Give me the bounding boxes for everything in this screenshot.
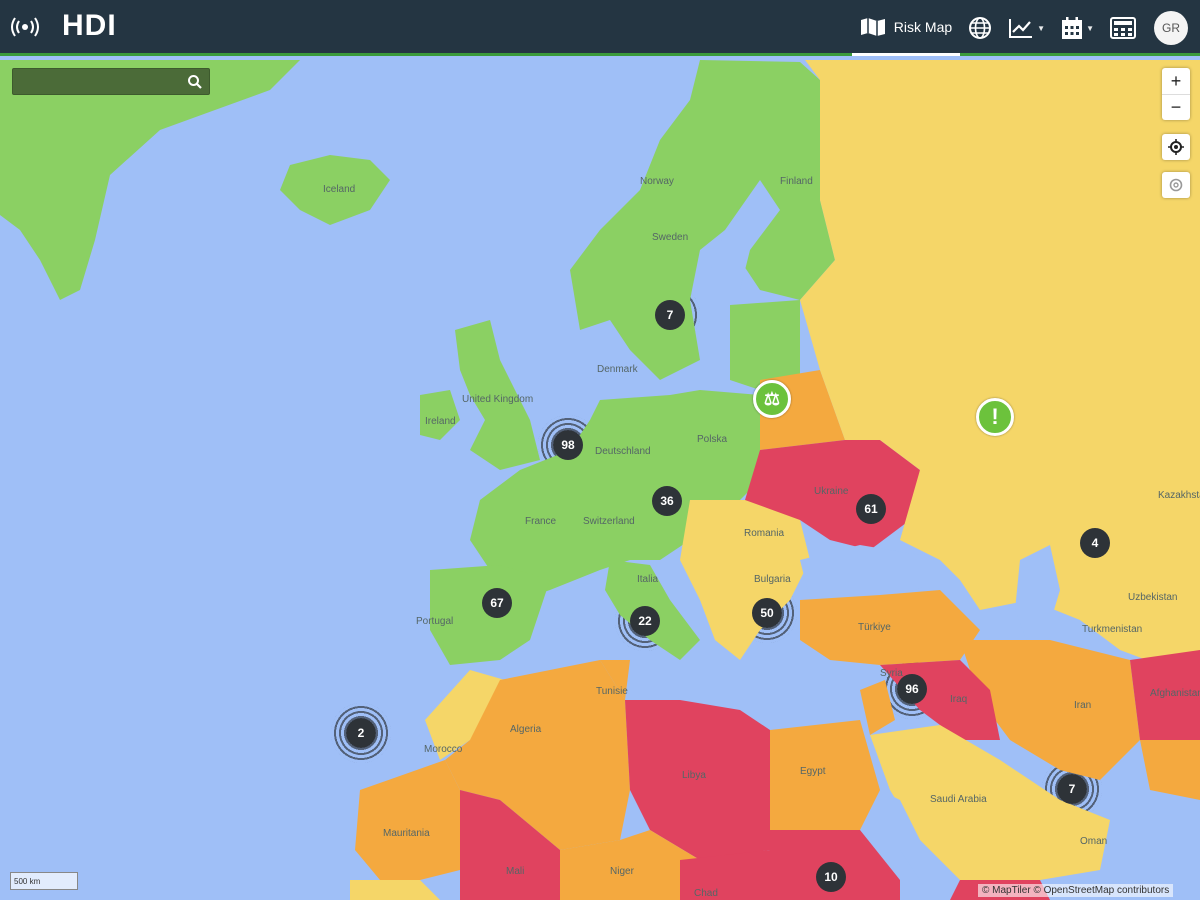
region-greenland	[0, 60, 300, 300]
risk-cluster[interactable]: 2	[346, 718, 376, 748]
country-label: Türkiye	[858, 622, 891, 633]
country-label: Mali	[506, 866, 525, 877]
map-base-layer	[0, 60, 1200, 900]
nav-calendar[interactable]: ▼	[1053, 0, 1102, 56]
country-label: Syria	[880, 668, 903, 679]
risk-cluster[interactable]: 67	[482, 588, 512, 618]
main-nav: Risk Map ▼ ▼ GR	[851, 0, 1200, 56]
country-label: United Kingdom	[462, 394, 534, 405]
risk-cluster[interactable]: 7	[1057, 774, 1087, 804]
country-label: Algeria	[510, 724, 542, 735]
nav-risk-map[interactable]: Risk Map	[851, 0, 961, 56]
locate-button[interactable]	[1162, 134, 1190, 160]
region-levant	[860, 680, 895, 735]
country-label: Libya	[682, 770, 706, 781]
map-attribution[interactable]: © MapTiler © OpenStreetMap contributors	[978, 884, 1174, 897]
region-mauritania	[355, 760, 460, 880]
calendar-icon	[1062, 17, 1083, 39]
chevron-down-icon: ▼	[1086, 23, 1094, 33]
country-label: Mauritania	[383, 828, 430, 839]
country-label: Kazakhstan	[1158, 490, 1200, 501]
country-label: Iceland	[323, 184, 356, 195]
country-label: Norway	[640, 176, 674, 187]
country-label: Oman	[1080, 836, 1108, 847]
country-label: Ukraine	[814, 486, 849, 497]
crosshair-icon	[1168, 139, 1184, 155]
country-label: Tunisie	[596, 686, 628, 697]
map-icon	[860, 17, 885, 36]
country-label: Finland	[780, 176, 813, 187]
nav-risk-map-label: Risk Map	[893, 18, 953, 35]
hdi-logo[interactable]: HDI	[62, 9, 117, 43]
region-ireland	[420, 390, 460, 440]
country-label: Denmark	[597, 364, 638, 375]
region-pakistan	[1140, 740, 1200, 800]
top-navigation-bar: HDI Risk Map ▼ ▼ GR	[0, 0, 1200, 56]
map-scale: 500 km	[10, 872, 78, 890]
country-label: Portugal	[416, 616, 454, 627]
calculator-icon	[1110, 17, 1136, 39]
country-label: Iran	[1074, 700, 1092, 711]
locate-control	[1162, 134, 1190, 160]
settings-icon	[1169, 178, 1183, 192]
country-label: Polska	[697, 434, 728, 445]
globe-icon	[969, 17, 992, 39]
country-label: Egypt	[800, 766, 826, 777]
risk-cluster[interactable]: 96	[897, 674, 927, 704]
risk-cluster[interactable]: 22	[630, 606, 660, 636]
country-label: Ireland	[425, 416, 456, 427]
risk-cluster[interactable]: 61	[856, 494, 886, 524]
broadcast-icon[interactable]	[10, 14, 40, 40]
chevron-down-icon: ▼	[1037, 23, 1046, 33]
country-label: Bulgaria	[754, 574, 791, 585]
region-west-africa	[350, 880, 440, 900]
nav-calculator[interactable]	[1102, 0, 1144, 56]
risk-cluster[interactable]: 7	[655, 300, 685, 330]
alert-icon[interactable]: !	[976, 398, 1014, 436]
risk-cluster[interactable]: 50	[752, 598, 782, 628]
country-label: Iraq	[950, 694, 968, 705]
country-label: Uzbekistan	[1128, 592, 1178, 603]
risk-cluster[interactable]: 36	[652, 486, 682, 516]
country-label: Saudi Arabia	[930, 794, 987, 805]
risk-cluster[interactable]: 98	[553, 430, 583, 460]
country-label: Chad	[694, 888, 718, 899]
layers-button[interactable]	[1162, 172, 1190, 198]
country-label: France	[525, 516, 557, 527]
country-label: Turkmenistan	[1082, 624, 1143, 635]
risk-cluster[interactable]: 10	[816, 862, 846, 892]
country-label: Morocco	[424, 744, 463, 755]
zoom-out-button[interactable]: −	[1162, 94, 1190, 120]
risk-map[interactable]: Iceland Norway Sweden Finland Denmark Un…	[0, 56, 1200, 900]
country-label: Italia	[637, 574, 659, 585]
line-chart-icon	[1009, 19, 1033, 38]
nav-globe[interactable]	[960, 0, 1000, 56]
country-label: Sweden	[652, 232, 689, 243]
country-label: Deutschland	[595, 446, 651, 457]
user-avatar[interactable]: GR	[1154, 11, 1188, 45]
zoom-in-button[interactable]: +	[1162, 68, 1190, 94]
zoom-controls: + −	[1162, 68, 1190, 120]
scales-icon[interactable]: ⚖	[753, 380, 791, 418]
country-label: Afghanistan	[1150, 688, 1200, 699]
risk-cluster[interactable]: 4	[1080, 528, 1110, 558]
search-input[interactable]	[13, 69, 183, 94]
layers-control	[1162, 172, 1190, 198]
search-icon[interactable]	[187, 74, 203, 90]
country-label: Niger	[610, 866, 634, 877]
location-search	[12, 68, 210, 95]
country-label: Romania	[744, 528, 785, 539]
nav-charts[interactable]: ▼	[1000, 0, 1053, 56]
country-label: Switzerland	[583, 516, 635, 527]
